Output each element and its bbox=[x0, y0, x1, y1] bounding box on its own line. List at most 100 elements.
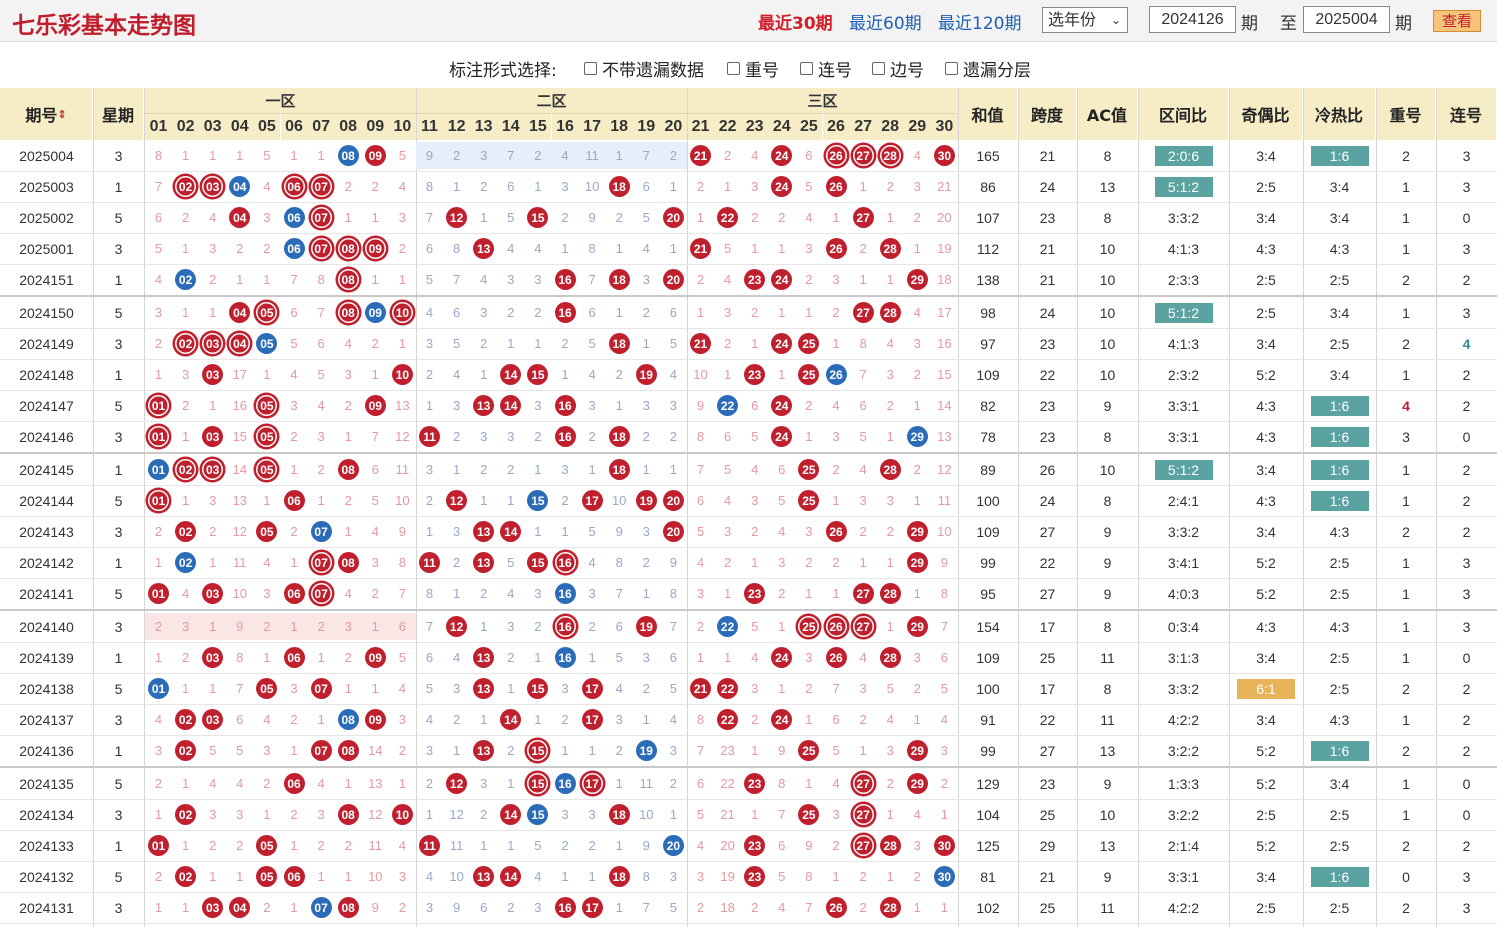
week-cell: 3 bbox=[114, 147, 123, 164]
issue-cell: 2024145 bbox=[19, 461, 74, 478]
option-no-miss[interactable]: 不带遗漏数据 bbox=[584, 56, 704, 81]
number-ball: 10 bbox=[391, 804, 413, 825]
number-ball: 21 bbox=[690, 238, 711, 259]
option-consecutive[interactable]: 连号 bbox=[800, 56, 852, 81]
miss-count: 1 bbox=[154, 900, 163, 915]
number-ball: 03 bbox=[202, 459, 224, 480]
miss-count: 4 bbox=[832, 776, 840, 791]
table-row: 2024146 3 01 1 03 15 05 2 3 1 7 12 11 2 3 3 2 16 2 18 2 2 8 6 5 2… bbox=[0, 421, 1497, 452]
zone-ratio: 4:2:2 bbox=[1167, 899, 1200, 916]
hot-cold-ratio-tag: 1:6 bbox=[1310, 459, 1369, 480]
hot-cold-ratio: 1:6 bbox=[1303, 861, 1376, 892]
checkbox[interactable] bbox=[872, 62, 885, 75]
miss-count: 9 bbox=[452, 900, 461, 915]
miss-count: 7 bbox=[832, 681, 840, 696]
number-ball: 11 bbox=[419, 552, 440, 573]
miss-count: 3 bbox=[181, 619, 190, 634]
consecutive-count: 0 bbox=[1462, 209, 1471, 226]
miss-count: 8 bbox=[642, 869, 650, 884]
page-title: 七乐彩基本走势图 bbox=[12, 13, 196, 39]
consecutive-count: 0 bbox=[1462, 649, 1471, 666]
year-select-value: 选年份 bbox=[1048, 10, 1097, 29]
miss-count: 1 bbox=[452, 462, 461, 477]
consecutive-count: 2 bbox=[1462, 397, 1471, 414]
query-button[interactable]: 查看 bbox=[1433, 10, 1481, 32]
option-edge[interactable]: 边号 bbox=[872, 56, 924, 81]
stat-cell: 86 bbox=[980, 178, 996, 195]
recent-60-link[interactable]: 最近60期 bbox=[849, 9, 922, 34]
recent-120-link[interactable]: 最近120期 bbox=[938, 9, 1021, 34]
checkbox[interactable] bbox=[727, 62, 740, 75]
checkbox[interactable] bbox=[800, 62, 813, 75]
miss-count: 1 bbox=[371, 272, 379, 287]
miss-count: 2 bbox=[886, 776, 894, 791]
miss-count: 1 bbox=[290, 900, 298, 915]
zone-ratio: 3:3:1 bbox=[1167, 397, 1200, 414]
hot-cold-ratio: 1:6 bbox=[1303, 140, 1376, 171]
hot-cold-ratio: 2:5 bbox=[1329, 335, 1350, 352]
number-ball: 07 bbox=[310, 583, 332, 604]
miss-count: 1 bbox=[209, 555, 217, 570]
number-ball: 14 bbox=[500, 866, 522, 887]
miss-count: 2 bbox=[778, 210, 786, 225]
number-ball: 03 bbox=[202, 583, 224, 604]
miss-count: 2 bbox=[398, 241, 406, 256]
repeat-count: 1 bbox=[1402, 585, 1410, 602]
miss-count: 1 bbox=[290, 743, 298, 758]
miss-count: 1 bbox=[886, 619, 894, 634]
miss-count: 2 bbox=[913, 869, 921, 884]
miss-count: 3 bbox=[181, 367, 190, 382]
week-cell: 5 bbox=[114, 585, 123, 602]
checkbox[interactable] bbox=[584, 62, 597, 75]
number-ball: 09 bbox=[364, 709, 386, 730]
number-header: 03 bbox=[199, 114, 227, 140]
miss-count: 1 bbox=[832, 210, 840, 225]
miss-count: 1 bbox=[181, 429, 190, 444]
number-ball: 23 bbox=[744, 773, 766, 794]
option-miss-layer[interactable]: 遗漏分层 bbox=[945, 56, 1031, 81]
repeat-count: 3 bbox=[1402, 428, 1410, 445]
miss-count: 2 bbox=[642, 555, 650, 570]
stat-cell: 21 bbox=[1039, 271, 1056, 288]
number-ball: 18 bbox=[608, 176, 630, 197]
number-ball: 02 bbox=[175, 740, 197, 761]
table-row: 2024143 3 2 02 2 12 05 2 07 1 4 9 1 3 13 14 1 1 5 9 3 20 5 3 2 4 3… bbox=[0, 516, 1497, 547]
number-ball: 14 bbox=[500, 364, 522, 385]
from-issue-input[interactable]: 2024126 bbox=[1149, 6, 1236, 33]
zone-ratio: 5:1:2 bbox=[1138, 171, 1229, 202]
miss-count: 6 bbox=[398, 619, 406, 634]
number-ball: 06 bbox=[283, 647, 305, 668]
option-repeat[interactable]: 重号 bbox=[727, 56, 779, 81]
miss-count: 1 bbox=[263, 367, 271, 382]
zone-ratio: 3:3:2 bbox=[1167, 523, 1200, 540]
week-cell: 1 bbox=[114, 554, 123, 571]
table-row: 2025003 1 7 02 03 04 4 06 07 2 2 4 8 1 2 6 1 3 10 18 6 1 2 1 3 24… bbox=[0, 171, 1497, 202]
week-cell: 1 bbox=[114, 649, 123, 666]
number-ball: 07 bbox=[310, 207, 332, 228]
number-ball: 21 bbox=[690, 145, 711, 166]
miss-count: 1 bbox=[181, 900, 190, 915]
recent-30-link[interactable]: 最近30期 bbox=[758, 9, 833, 34]
checkbox[interactable] bbox=[945, 62, 958, 75]
miss-count: 1 bbox=[290, 148, 298, 163]
miss-count: 1 bbox=[317, 493, 325, 508]
issue-header[interactable]: 期号 ⇕ bbox=[0, 88, 93, 140]
sort-icon[interactable]: ⇕ bbox=[57, 108, 66, 121]
table-row: 2024148 1 1 3 03 17 1 4 5 3 1 10 2 4 1 14 15 1 4 2 19 4 10 1 23 1… bbox=[0, 359, 1497, 390]
zone-ratio: 2:1:4 bbox=[1167, 837, 1200, 854]
miss-count: 4 bbox=[398, 681, 406, 696]
miss-count: 2 bbox=[209, 838, 217, 853]
number-ball: 25 bbox=[798, 364, 820, 385]
stat-cell: 138 bbox=[976, 271, 1000, 288]
miss-count: 2 bbox=[561, 336, 569, 351]
qi-label: 期 bbox=[1241, 14, 1258, 34]
number-header: 15 bbox=[524, 114, 552, 140]
stat-cell: 25 bbox=[1039, 806, 1056, 823]
odd-even-ratio: 5:2 bbox=[1256, 554, 1276, 571]
miss-count: 2 bbox=[209, 272, 217, 287]
miss-count: 4 bbox=[588, 367, 596, 382]
number-ball: 26 bbox=[825, 521, 847, 542]
to-issue-input[interactable]: 2025004 bbox=[1303, 6, 1390, 33]
issue-cell: 2024144 bbox=[19, 492, 74, 509]
year-select[interactable]: 选年份 ⌄ bbox=[1042, 7, 1128, 33]
